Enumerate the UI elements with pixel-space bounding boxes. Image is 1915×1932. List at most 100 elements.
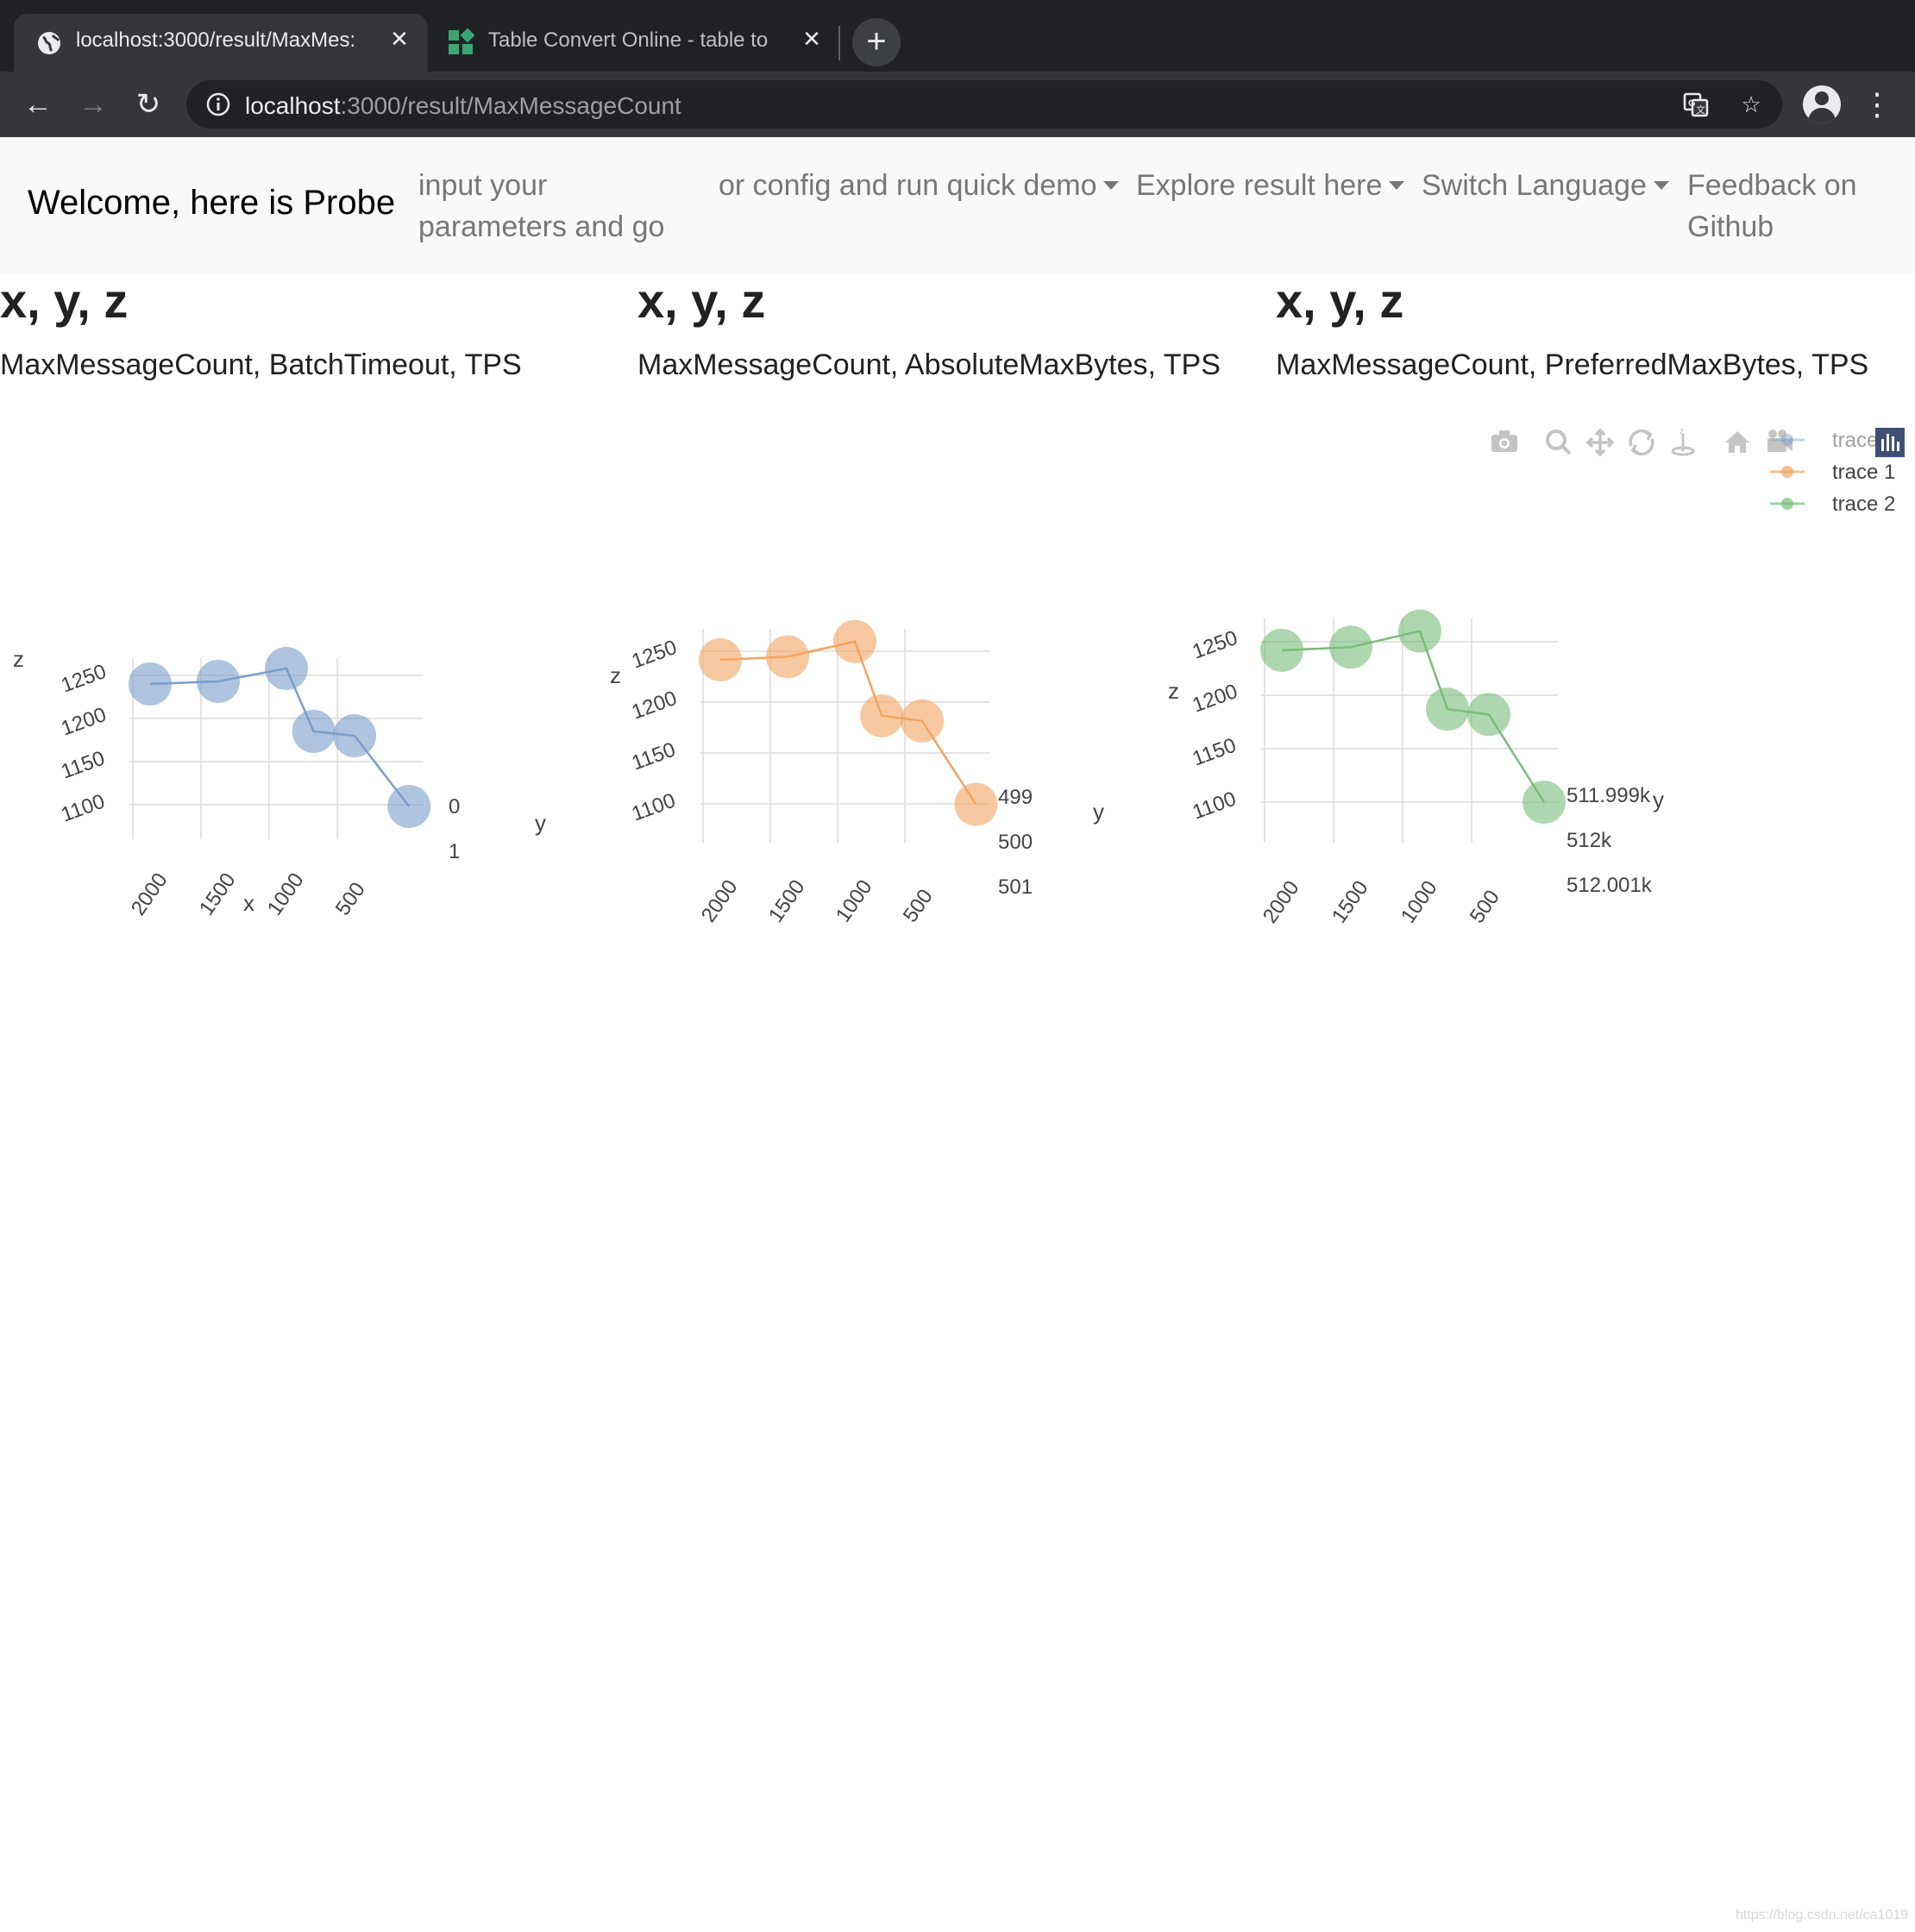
x-axis-title: x (243, 890, 254, 916)
y-tick-label: 499 (998, 786, 1033, 809)
pan-icon[interactable] (1585, 428, 1615, 457)
x-tick-label: 500 (899, 885, 938, 926)
x-tick-label: 2000 (127, 869, 173, 919)
browser-tab[interactable]: Table Convert Online - table to ✕ (431, 14, 837, 72)
z-tick-label: 1150 (1190, 734, 1240, 771)
legend-label: trace (1832, 429, 1878, 452)
svg-text:G: G (1688, 98, 1696, 109)
data-point (1467, 693, 1510, 737)
reload-button[interactable]: ↻ (128, 84, 169, 125)
panel-subtitle: MaxMessageCount, AbsoluteMaxBytes, TPS (637, 348, 1221, 381)
tab-separator (838, 26, 840, 60)
translate-icon[interactable]: G 文 (1682, 91, 1710, 118)
data-point (129, 662, 172, 706)
z-tick-label: 1150 (58, 747, 108, 784)
data-point (1426, 687, 1469, 731)
address-bar[interactable]: localhost:3000/result/MaxMessageCount G … (186, 80, 1782, 129)
tab-title: Table Convert Online - table to (488, 28, 769, 52)
z-axis-title: z (610, 662, 621, 688)
turntable-icon[interactable]: z (1671, 427, 1695, 456)
zoom-icon[interactable] (1546, 430, 1572, 455)
back-button[interactable]: ← (17, 84, 59, 125)
x-tick-label: 1000 (1397, 876, 1442, 927)
x-tick-label: 500 (331, 878, 370, 919)
data-point (265, 647, 308, 690)
y-axis-title: y (535, 810, 546, 836)
nav-link-input-parameters[interactable]: input your parameters and go (418, 165, 664, 248)
svg-text:文: 文 (1696, 104, 1705, 116)
nav-link-label: Explore result here (1136, 169, 1383, 202)
page-navbar: Welcome, here is Probe input your parame… (0, 137, 1915, 273)
nav-dropdown-switch-language[interactable]: Switch Language (1422, 165, 1669, 206)
data-point (1329, 625, 1372, 669)
grid-favicon-icon (449, 28, 474, 54)
nav-dropdown-quick-demo[interactable]: or config and run quick demo (719, 165, 1120, 206)
nav-link-label: parameters and go (418, 210, 665, 243)
grid (700, 629, 989, 844)
url-text[interactable]: localhost:3000/result/MaxMessageCount (245, 92, 681, 120)
nav-link-label: or config and run quick demo (719, 169, 1097, 202)
x-tick-label: 1000 (263, 869, 309, 919)
z-axis-title: z (13, 646, 24, 672)
tab-title: localhost:3000/result/MaxMes: (76, 28, 356, 52)
browser-toolbar: ← → ↻ localhost:3000/result/MaxMessageCo… (0, 72, 1915, 137)
z-tick-label: 1200 (1190, 680, 1240, 718)
grid (1261, 618, 1558, 844)
panel-subtitle: MaxMessageCount, BatchTimeout, TPS (0, 348, 522, 381)
caret-down-icon (1103, 181, 1120, 190)
forward-button[interactable]: → (72, 84, 114, 125)
x-tick-label: 1500 (195, 869, 241, 919)
data-point (1260, 629, 1303, 672)
z-tick-label: 1100 (629, 789, 679, 826)
legend-label: trace 2 (1832, 492, 1895, 516)
x-tick-label: 500 (1466, 886, 1504, 927)
plot-area[interactable]: 11001150120012502000 1500 1000 50001zyx1100… (0, 405, 1915, 1130)
browser-menu-icon[interactable]: ⋮ (1856, 84, 1898, 125)
close-tab-icon[interactable]: ✕ (386, 26, 412, 52)
nav-dropdown-explore-result[interactable]: Explore result here (1136, 165, 1405, 206)
data-point (333, 714, 376, 757)
nav-link-label: input your (418, 169, 548, 202)
orbit-rotation-icon[interactable] (1629, 429, 1654, 456)
caret-down-icon (1389, 181, 1405, 190)
close-tab-icon[interactable]: ✕ (799, 26, 825, 52)
panel-heading: x, y, z (0, 273, 129, 328)
data-point (1523, 781, 1566, 825)
globe-icon (38, 32, 60, 54)
z-tick-label: 1100 (58, 790, 108, 827)
legend-item[interactable]: trace 1 (1770, 461, 1895, 484)
browser-tab-strip: localhost:3000/result/MaxMes: ✕ Table Co… (0, 0, 1915, 72)
data-point (901, 699, 944, 743)
legend-label: trace 1 (1832, 461, 1895, 484)
data-point (860, 693, 904, 737)
panel-subtitle: MaxMessageCount, PreferredMaxBytes, TPS (1276, 348, 1869, 381)
navbar-brand[interactable]: Welcome, here is Probe (28, 184, 395, 223)
legend-item[interactable]: trace 2 (1770, 492, 1895, 516)
nav-link-feedback-github[interactable]: Feedback on Github (1687, 165, 1857, 248)
home-icon[interactable] (1725, 431, 1749, 453)
z-tick-label: 1250 (58, 660, 109, 698)
y-tick-label: 512.001k (1567, 874, 1653, 897)
z-axis-title: z (1168, 678, 1179, 704)
browser-tab-active[interactable]: localhost:3000/result/MaxMes: ✕ (14, 14, 428, 72)
site-info-icon[interactable] (205, 91, 231, 117)
x-tick-label: 1500 (1328, 876, 1373, 927)
new-tab-button[interactable]: + (852, 18, 901, 66)
nav-link-label: Switch Language (1422, 169, 1647, 202)
y-tick-label: 501 (998, 875, 1033, 899)
y-tick-label: 0 (449, 795, 460, 819)
data-point (833, 619, 876, 663)
bookmark-star-icon[interactable]: ☆ (1737, 91, 1765, 118)
z-tick-label: 1200 (58, 703, 109, 741)
profile-avatar-icon[interactable] (1803, 85, 1841, 123)
x-tick-label: 1500 (764, 875, 810, 926)
caret-down-icon (1653, 181, 1669, 190)
camera-icon[interactable] (1491, 430, 1517, 452)
data-point (1398, 609, 1441, 653)
nav-link-label: Feedback on (1687, 169, 1857, 202)
x-tick-label: 1000 (832, 875, 877, 926)
plotly-logo-icon[interactable] (1875, 428, 1905, 457)
scatter3d-chart: 1100 1150 1200 1250 2000 1500 1000 500 0 1 z y x (13, 646, 546, 919)
y-tick-label: 500 (998, 831, 1033, 854)
panel-heading: x, y, z (1276, 273, 1404, 328)
